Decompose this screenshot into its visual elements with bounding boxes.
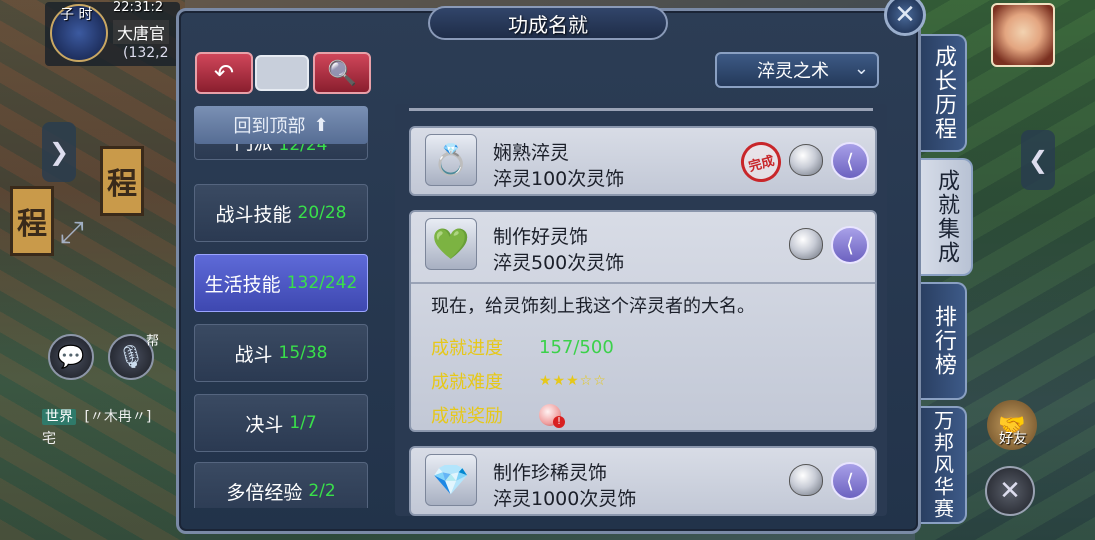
reward-row: 成就奖励 bbox=[431, 398, 855, 432]
arrow-up-icon: ⬆ bbox=[313, 114, 329, 136]
achievement-desc: 淬灵100次灵饰 bbox=[493, 168, 625, 190]
panel-title: 功成名就 bbox=[428, 6, 668, 40]
detail-description: 现在，给灵饰刻上我这个淬灵者的大名。 bbox=[431, 296, 755, 317]
map-coords: (132,2 bbox=[123, 45, 169, 61]
ring-icon: 💍 bbox=[425, 134, 477, 186]
banner-char: 程 bbox=[17, 207, 47, 242]
category-item-combat-skills[interactable]: 战斗技能 20/28 bbox=[194, 184, 368, 242]
tab-label: 成长历程 bbox=[931, 45, 956, 141]
location-name[interactable]: 大唐官 bbox=[113, 20, 170, 44]
progress-value: 157/500 bbox=[539, 336, 614, 358]
category-item-duel[interactable]: 决斗 1/7 bbox=[194, 394, 368, 452]
player-avatar[interactable] bbox=[991, 3, 1055, 67]
clock-text: 22:31:2 bbox=[113, 0, 164, 15]
banner-char: 程 bbox=[107, 167, 137, 202]
achievement-detail: 现在，给灵饰刻上我这个淬灵者的大名。 成就进度 157/500 成就难度 ★★★… bbox=[411, 282, 875, 440]
achievement-desc: 淬灵1000次灵饰 bbox=[493, 488, 637, 510]
peach-reward-icon[interactable] bbox=[789, 464, 823, 496]
share-icon: ⟨ bbox=[846, 233, 854, 257]
category-item-battle[interactable]: 战斗 15/38 bbox=[194, 324, 368, 382]
share-button[interactable]: ⟨ bbox=[831, 462, 869, 500]
guild-label: 帮 bbox=[146, 334, 160, 349]
achievement-name: 制作珍稀灵饰 bbox=[493, 462, 608, 484]
share-icon: ⟨ bbox=[846, 149, 854, 173]
category-list[interactable]: 回到顶部 ⬆ 门派 12/24 战斗技能 20/28 生活技能 132/242 … bbox=[192, 104, 372, 508]
achievement-card-expanded[interactable]: 💚 制作好灵饰 淬灵500次灵饰 ⟨ 现在，给灵饰刻上我这个淬灵者的大名。 成就… bbox=[409, 210, 877, 432]
expand-left-arrow-icon[interactable]: ❯ bbox=[42, 122, 76, 182]
crystal-ring-icon: 💎 bbox=[425, 454, 477, 506]
seal-text: 完成 bbox=[747, 153, 777, 175]
achievement-list[interactable]: 💍 娴熟淬灵 淬灵100次灵饰 完成 ⟨ 💚 制作好灵饰 淬灵500次灵饰 ⟨ … bbox=[395, 104, 887, 516]
dropdown-selected: 淬灵之术 bbox=[757, 61, 829, 82]
fullscreen-icon[interactable]: ⤢ bbox=[50, 210, 94, 254]
share-button[interactable]: ⟨ bbox=[831, 226, 869, 264]
peach-reward-icon[interactable] bbox=[789, 228, 823, 260]
back-arrow-icon: ↶ bbox=[213, 59, 235, 87]
tab-label: 成就集成 bbox=[934, 169, 959, 265]
progress-row: 成就进度 157/500 bbox=[431, 330, 855, 364]
category-item-multi-exp[interactable]: 多倍经验 2/2 bbox=[194, 462, 368, 508]
collapse-right-arrow-icon[interactable]: ❮ bbox=[1021, 130, 1055, 190]
tab-achievement-collection[interactable]: 成就集成 bbox=[921, 158, 973, 276]
hour-label: 子 时 bbox=[60, 7, 93, 23]
achievement-name: 娴熟淬灵 bbox=[493, 142, 570, 164]
difficulty-stars: ★★★☆☆ bbox=[539, 373, 607, 389]
share-button[interactable]: ⟨ bbox=[831, 142, 869, 180]
chat-bubble-icon[interactable]: 💬 bbox=[48, 334, 94, 380]
category-item-life-skills[interactable]: 生活技能 132/242 bbox=[194, 254, 368, 312]
tab-label: 排行榜 bbox=[931, 305, 956, 377]
back-button[interactable]: ↶ bbox=[195, 52, 253, 94]
back-to-top-button[interactable]: 回到顶部 ⬆ bbox=[194, 106, 368, 144]
category-label: 战斗 bbox=[234, 343, 273, 366]
game-scene-left bbox=[0, 0, 185, 540]
category-label: 决斗 bbox=[245, 413, 284, 436]
completed-seal-icon: 完成 bbox=[736, 137, 786, 187]
difficulty-row: 成就难度 ★★★☆☆ bbox=[431, 364, 855, 398]
category-label: 生活技能 bbox=[204, 273, 281, 296]
tab-label: 万邦风华赛 bbox=[930, 410, 955, 520]
category-dropdown[interactable]: 淬灵之术 ⌄ bbox=[715, 52, 879, 88]
close-circle-icon[interactable]: ✕ bbox=[985, 466, 1035, 516]
chat-line-cont: 宅 bbox=[42, 431, 56, 447]
chevron-down-icon: ⌄ bbox=[853, 58, 869, 79]
jade-ring-icon: 💚 bbox=[425, 218, 477, 270]
search-button[interactable]: 🔍 bbox=[313, 52, 371, 94]
tab-growth-history[interactable]: 成长历程 bbox=[921, 34, 967, 152]
category-count: 132/242 bbox=[286, 273, 358, 293]
achievement-desc: 淬灵500次灵饰 bbox=[493, 252, 625, 274]
tab-wanbang-contest[interactable]: 万邦风华赛 bbox=[921, 406, 967, 524]
tab-leaderboard[interactable]: 排行榜 bbox=[921, 282, 967, 400]
progress-label: 成就进度 bbox=[431, 338, 503, 359]
achievement-card[interactable]: 💍 娴熟淬灵 淬灵100次灵饰 完成 ⟨ bbox=[409, 126, 877, 196]
chat-message: [〃木冉〃] bbox=[84, 409, 152, 425]
banner-decoration: 程 bbox=[10, 186, 54, 256]
category-count: 15/38 bbox=[278, 343, 328, 363]
search-icon: 🔍 bbox=[327, 59, 357, 87]
peach-reward-icon[interactable] bbox=[539, 404, 565, 428]
banner-decoration: 程 bbox=[100, 146, 144, 216]
chat-line[interactable]: 世界 [〃木冉〃] bbox=[42, 406, 151, 426]
category-count: 2/2 bbox=[308, 481, 336, 501]
search-input[interactable] bbox=[255, 55, 309, 91]
achievement-name: 制作好灵饰 bbox=[493, 226, 589, 248]
category-count: 1/7 bbox=[289, 413, 317, 433]
list-divider bbox=[409, 108, 873, 111]
difficulty-label: 成就难度 bbox=[431, 372, 503, 393]
reward-label: 成就奖励 bbox=[431, 406, 503, 427]
share-icon: ⟨ bbox=[846, 469, 854, 493]
peach-reward-icon[interactable] bbox=[789, 144, 823, 176]
chat-channel-badge: 世界 bbox=[42, 409, 76, 425]
friend-label: 好友 bbox=[999, 431, 1027, 447]
back-to-top-label: 回到顶部 bbox=[233, 116, 306, 137]
category-label: 战斗技能 bbox=[215, 203, 292, 226]
category-label: 多倍经验 bbox=[226, 481, 303, 504]
achievement-card[interactable]: 💎 制作珍稀灵饰 淬灵1000次灵饰 ⟨ bbox=[409, 446, 877, 516]
category-count: 20/28 bbox=[297, 203, 347, 223]
